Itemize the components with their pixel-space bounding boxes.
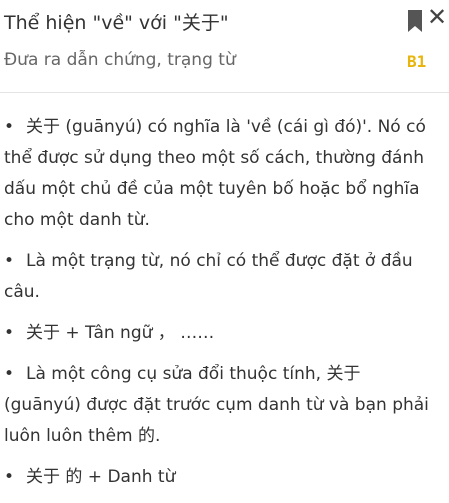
close-icon[interactable]: ✕ [426, 4, 448, 30]
lesson-subtitle: Đưa ra dẫn chứng, trạng từ [4, 50, 236, 70]
bullet: • [4, 323, 15, 343]
bookmark-icon[interactable] [407, 10, 423, 32]
list-item-text: Là một trạng từ, nó chỉ có thể được đặt … [4, 251, 413, 302]
list-item: • Là một trạng từ, nó chỉ có thể được đặt… [4, 246, 434, 308]
lesson-content: • 关于 (guānyú) có nghĩa là 'về (cái gì đó)… [4, 112, 434, 503]
divider [0, 92, 449, 93]
list-item-text: Là một công cụ sửa đổi thuộc tính, 关于 (g… [4, 364, 429, 446]
bullet: • [4, 117, 15, 137]
lesson-header: Thể hiện "về" với "关于" ✕ Đưa ra dẫn chứn… [0, 0, 449, 92]
level-badge: B1 [407, 52, 427, 71]
bullet: • [4, 251, 15, 271]
list-item-text: 关于 + Tân ngữ ， …… [26, 323, 215, 343]
page-title: Thể hiện "về" với "关于" [4, 12, 229, 34]
bullet: • [4, 364, 15, 384]
list-item-text: 关于 (guānyú) có nghĩa là 'về (cái gì đó)'… [4, 117, 426, 230]
list-item: • Là một công cụ sửa đổi thuộc tính, 关于 (… [4, 359, 434, 452]
list-item: • 关于 + Tân ngữ ， …… [4, 318, 434, 349]
bullet: • [4, 467, 15, 487]
list-item: • 关于 (guānyú) có nghĩa là 'về (cái gì đó)… [4, 112, 434, 236]
list-item: • 关于 的 + Danh từ [4, 462, 434, 493]
list-item-text: 关于 的 + Danh từ [26, 467, 176, 487]
